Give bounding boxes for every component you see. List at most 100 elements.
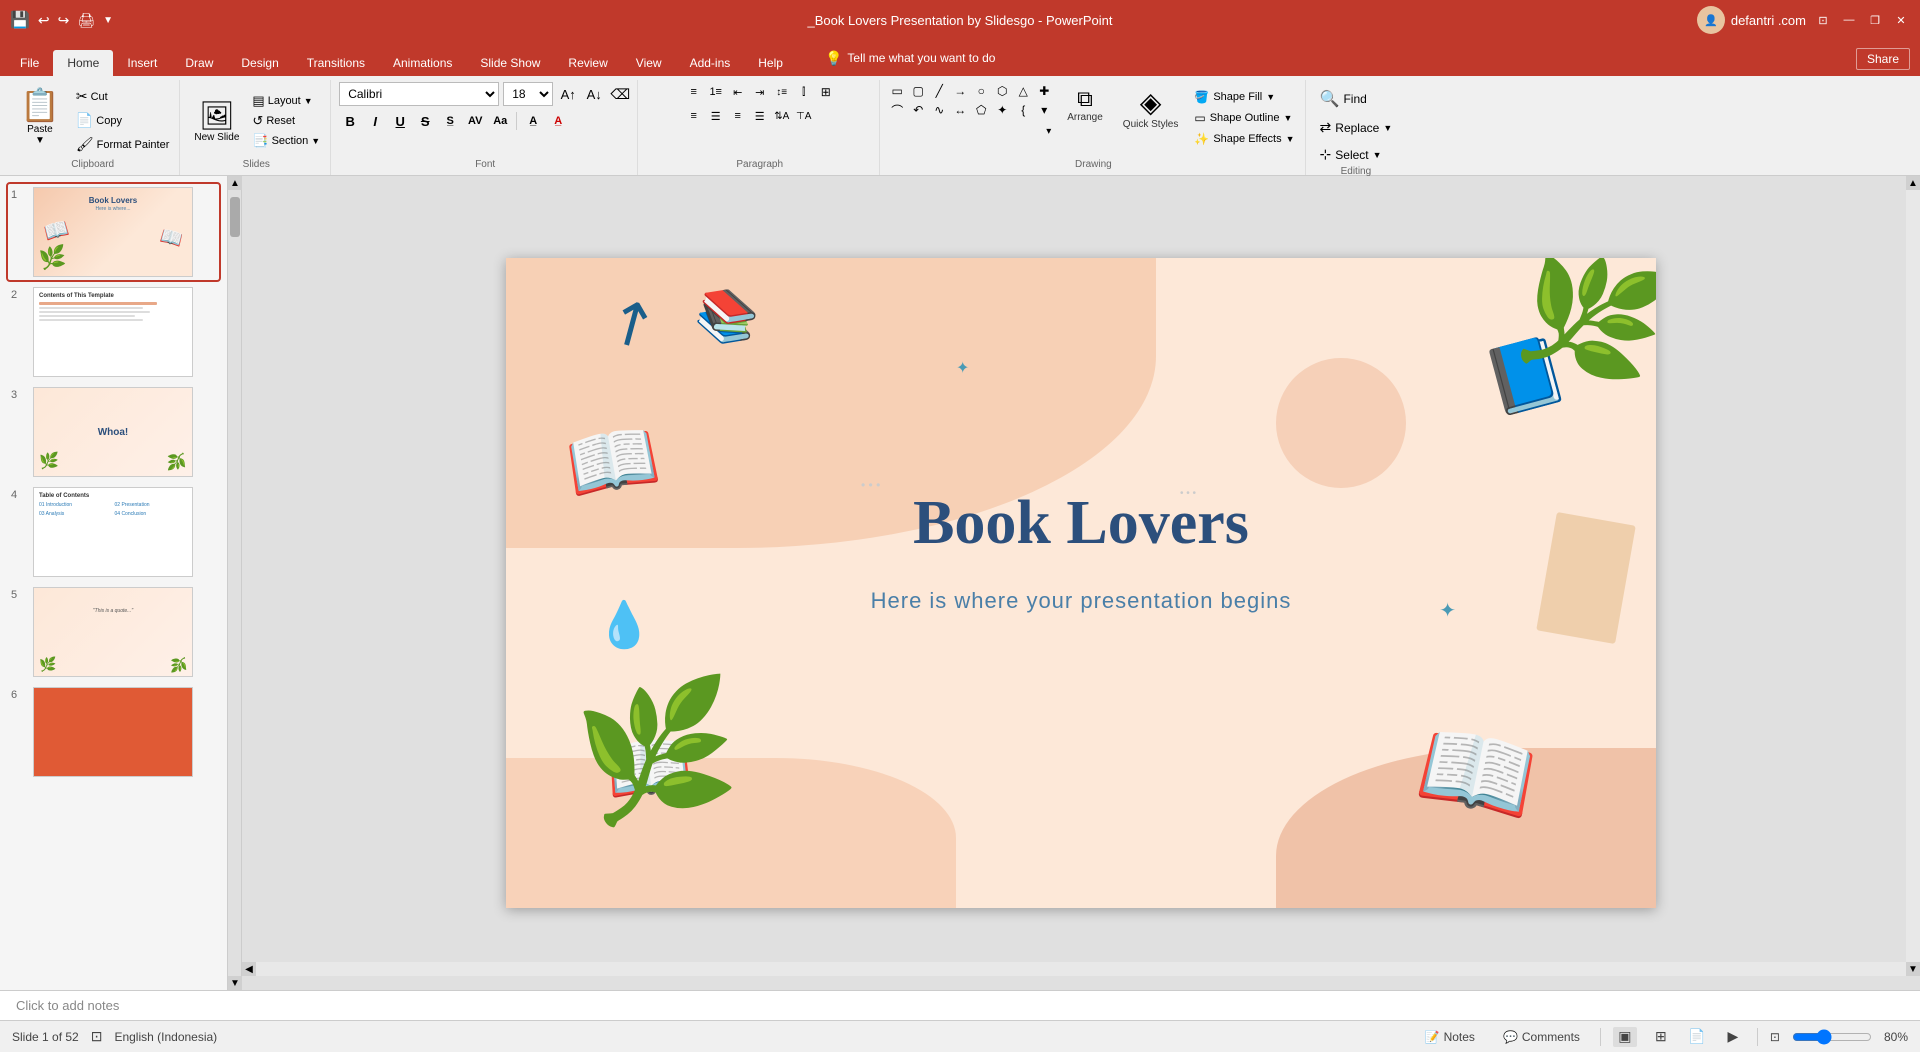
shape-bent-arrow[interactable]: ↶ <box>909 101 927 119</box>
canvas-scrollbar-track[interactable] <box>256 962 1906 976</box>
tell-me-search[interactable]: 💡 Tell me what you want to do <box>817 40 1117 76</box>
change-case-button[interactable]: Aa <box>489 110 511 132</box>
tab-review[interactable]: Review <box>554 50 621 76</box>
comments-button[interactable]: 💬 Comments <box>1495 1028 1588 1046</box>
shape-star[interactable]: ✦ <box>993 101 1011 119</box>
font-size-select[interactable]: 18 <box>503 82 553 106</box>
shape-rounded-rect[interactable]: ▢ <box>909 82 927 100</box>
canvas-vscroll-track[interactable] <box>1906 190 1920 962</box>
shapes-more-button[interactable]: ▾ <box>1042 121 1055 141</box>
slide-item-3[interactable]: 3 Whoa! 🌿 🌿 <box>8 384 219 480</box>
tab-design[interactable]: Design <box>227 50 292 76</box>
save-icon[interactable]: 💾 <box>10 10 30 30</box>
canvas-vscroll-up[interactable]: ▲ <box>1906 176 1920 190</box>
font-name-select[interactable]: Calibri <box>339 82 499 106</box>
notes-button[interactable]: 📝 Notes <box>1417 1028 1483 1046</box>
align-text-button[interactable]: ⊤A <box>794 106 814 126</box>
shape-outline-button[interactable]: ▭ Shape Outline ▼ <box>1190 109 1298 127</box>
section-button[interactable]: 📑 Section ▼ <box>248 132 324 150</box>
text-direction-button[interactable]: ⇅A <box>772 106 792 126</box>
highlight-button[interactable]: A̲ <box>522 110 544 132</box>
shape-triangle[interactable]: △ <box>1014 82 1032 100</box>
columns-button[interactable]: ⫿ <box>794 82 814 102</box>
shadow-button[interactable]: S̲ <box>439 110 461 132</box>
print-icon[interactable]: 🖨 <box>77 12 95 29</box>
canvas-scroll-left[interactable]: ◀ <box>242 962 256 976</box>
decrease-font-button[interactable]: A↓ <box>583 83 605 105</box>
smartart-button[interactable]: ⊞ <box>816 82 836 102</box>
tab-draw[interactable]: Draw <box>171 50 227 76</box>
tab-insert[interactable]: Insert <box>113 50 171 76</box>
find-button[interactable]: 🔍 Find <box>1314 86 1399 112</box>
underline-button[interactable]: U <box>389 110 411 132</box>
slide-subtitle[interactable]: Here is where your presentation begins <box>871 588 1292 614</box>
tab-view[interactable]: View <box>622 50 676 76</box>
italic-button[interactable]: I <box>364 110 386 132</box>
share-button[interactable]: Share <box>1856 48 1910 70</box>
redo-icon[interactable]: ↪ <box>58 12 70 29</box>
bullets-button[interactable]: ≡ <box>684 82 704 102</box>
line-spacing-button[interactable]: ↕≡ <box>772 82 792 102</box>
shape-arrow-right[interactable]: → <box>951 82 969 100</box>
zoom-slider[interactable] <box>1792 1030 1872 1044</box>
clear-formatting-button[interactable]: ⌫ <box>609 83 631 105</box>
shape-plus[interactable]: ✚ <box>1035 82 1053 100</box>
maximize-button[interactable]: ❐ <box>1866 11 1884 29</box>
minimize-button[interactable]: — <box>1840 11 1858 29</box>
restore-icon[interactable]: ⊡ <box>1814 11 1832 29</box>
font-color-button[interactable]: A̲ <box>547 110 569 132</box>
character-spacing-button[interactable]: AV <box>464 110 486 132</box>
shape-double-arrow[interactable]: ↔ <box>951 101 969 119</box>
reading-view-button[interactable]: 📄 <box>1685 1027 1709 1047</box>
slide-sorter-button[interactable]: ⊞ <box>1649 1027 1673 1047</box>
shape-brace[interactable]: { <box>1014 101 1032 119</box>
slide-title[interactable]: Book Lovers <box>913 488 1249 559</box>
status-icon[interactable]: ⊡ <box>91 1028 103 1045</box>
shape-fill-button[interactable]: 🪣 Shape Fill ▼ <box>1190 88 1298 106</box>
numbering-button[interactable]: 1≡ <box>706 82 726 102</box>
bold-button[interactable]: B <box>339 110 361 132</box>
canvas-vscroll-down[interactable]: ▼ <box>1906 962 1920 976</box>
slide-item-2[interactable]: 2 Contents of This Template <box>8 284 219 380</box>
tab-slideshow[interactable]: Slide Show <box>466 50 554 76</box>
replace-button[interactable]: ⇄ Replace ▼ <box>1314 116 1399 139</box>
shape-rectangle[interactable]: ▭ <box>888 82 906 100</box>
avatar[interactable]: 👤 <box>1697 6 1725 34</box>
fit-slide-button[interactable]: ⊡ <box>1770 1030 1780 1044</box>
copy-button[interactable]: 📄 Copy <box>72 110 174 131</box>
undo-icon[interactable]: ↩ <box>38 12 50 29</box>
shape-effects-button[interactable]: ✨ Shape Effects ▼ <box>1190 130 1298 148</box>
tab-file[interactable]: File <box>6 50 53 76</box>
close-button[interactable]: ✕ <box>1892 11 1910 29</box>
tab-transitions[interactable]: Transitions <box>293 50 379 76</box>
presenter-view-button[interactable]: ▶ <box>1721 1027 1745 1047</box>
tab-home[interactable]: Home <box>53 50 113 76</box>
decrease-indent-button[interactable]: ⇤ <box>728 82 748 102</box>
arrange-button[interactable]: ⧉ Arrange <box>1059 82 1111 127</box>
slide-item-5[interactable]: 5 "This is a quote..." 🌿 🌿 <box>8 584 219 680</box>
shape-curve[interactable]: ∿ <box>930 101 948 119</box>
slide-item-4[interactable]: 4 Table of Contents 01 Introduction 02 P… <box>8 484 219 580</box>
strikethrough-button[interactable]: S <box>414 110 436 132</box>
paste-button[interactable]: 📋 Paste ▼ <box>12 82 68 150</box>
tab-help[interactable]: Help <box>744 50 797 76</box>
slide-item-1[interactable]: 1 Book Lovers Here is where... 📖 📖 🌿 <box>8 184 219 280</box>
tab-animations[interactable]: Animations <box>379 50 466 76</box>
align-left-button[interactable]: ≡ <box>684 106 704 126</box>
format-painter-button[interactable]: 🖌 Format Painter <box>72 134 174 155</box>
justify-button[interactable]: ☰ <box>750 106 770 126</box>
shape-pentagon[interactable]: ⬠ <box>972 101 990 119</box>
shape-arc[interactable]: ⌒ <box>888 101 906 119</box>
align-center-button[interactable]: ☰ <box>706 106 726 126</box>
notes-bar[interactable]: Click to add notes <box>0 990 1920 1020</box>
reset-button[interactable]: ↺ Reset <box>248 112 324 130</box>
increase-font-button[interactable]: A↑ <box>557 83 579 105</box>
cut-button[interactable]: ✂ Cut <box>72 86 174 107</box>
layout-button[interactable]: ▤ Layout ▼ <box>248 92 324 110</box>
increase-indent-button[interactable]: ⇥ <box>750 82 770 102</box>
normal-view-button[interactable]: ▣ <box>1613 1027 1637 1047</box>
slide-panel-scrollbar[interactable]: ▲ ▼ <box>228 176 242 990</box>
tab-addins[interactable]: Add-ins <box>676 50 745 76</box>
slide-item-6[interactable]: 6 <box>8 684 219 780</box>
shape-line[interactable]: ╱ <box>930 82 948 100</box>
